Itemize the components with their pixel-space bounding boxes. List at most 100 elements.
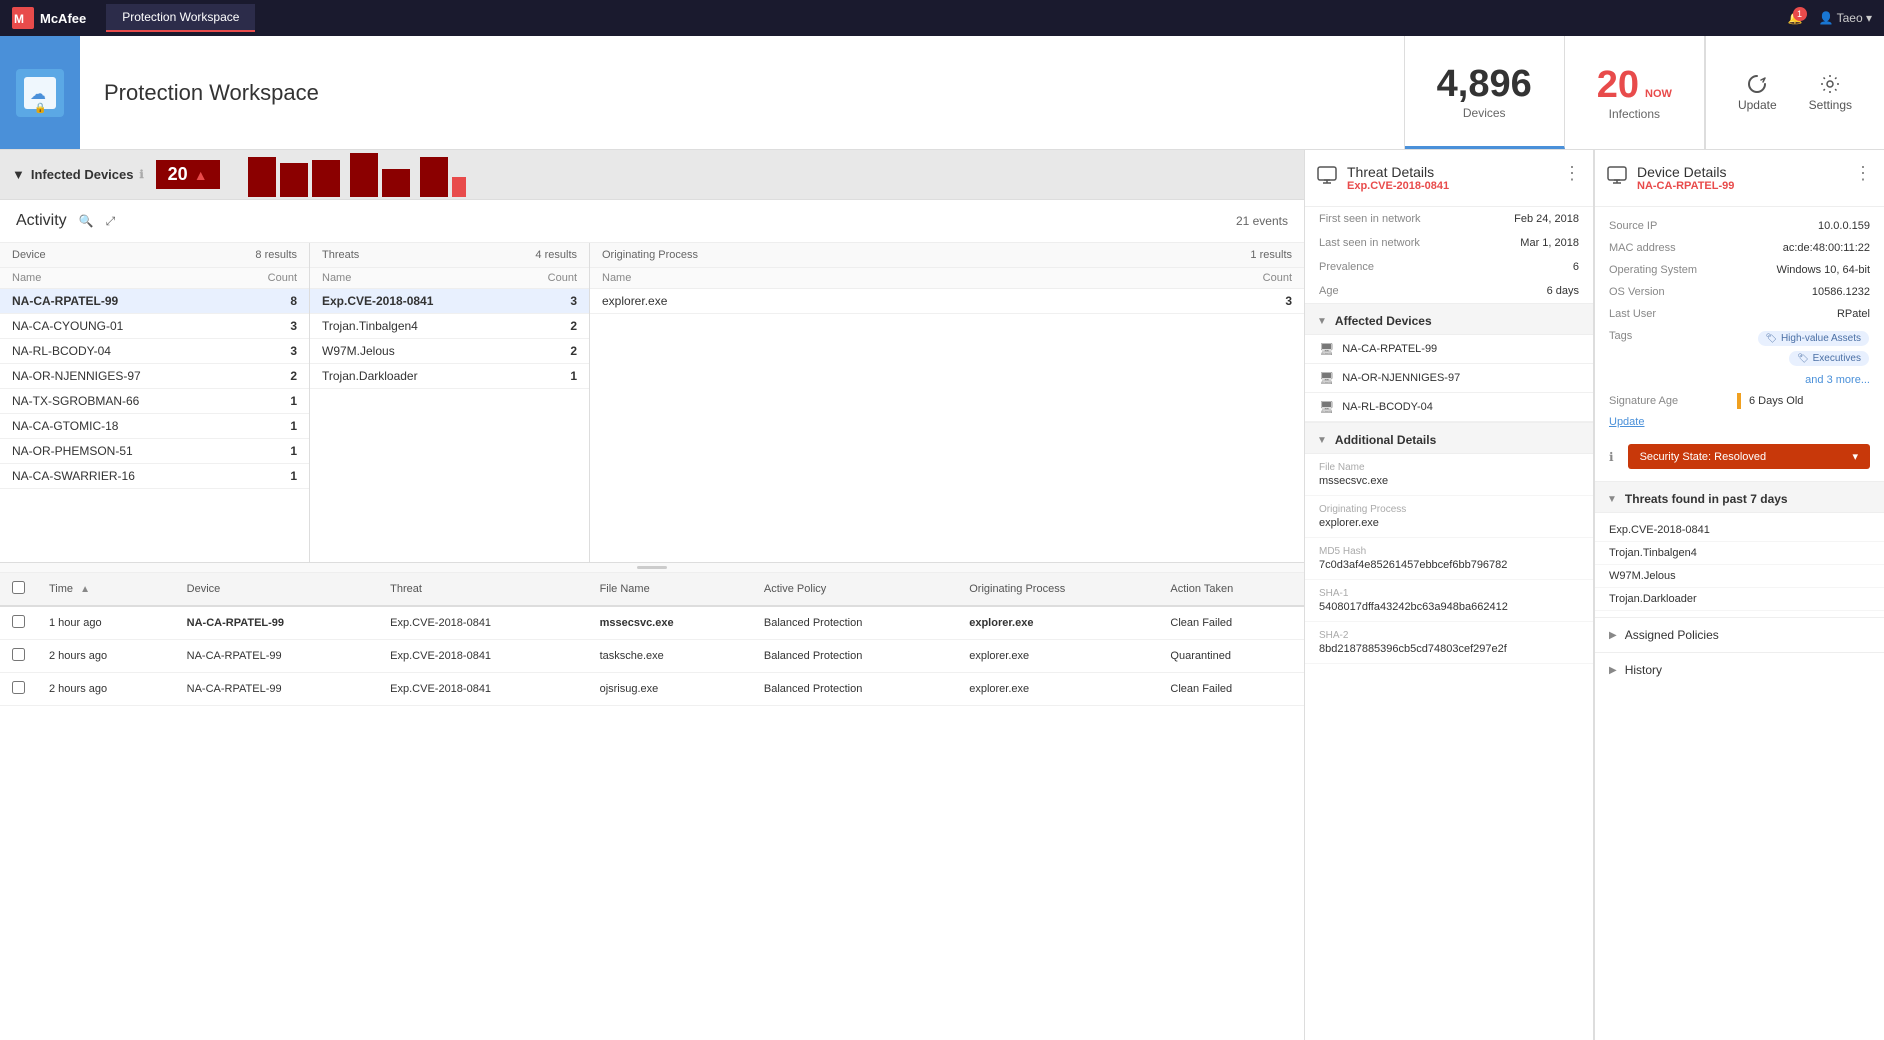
devices-sub-header: Name Count bbox=[0, 268, 309, 289]
table-row[interactable]: explorer.exe 3 bbox=[590, 289, 1304, 314]
tag-icon: 🏷 bbox=[1766, 333, 1777, 344]
header: ☁ 🔒 Protection Workspace 4,896 Devices 2… bbox=[0, 36, 1884, 150]
table-row[interactable]: NA-TX-SGROBMAN-66 1 bbox=[0, 389, 309, 414]
table-row[interactable]: 2 hours ago NA-CA-RPATEL-99 Exp.CVE-2018… bbox=[0, 673, 1304, 706]
threats-found-section-header[interactable]: ▼ Threats found in past 7 days bbox=[1595, 481, 1884, 513]
table-row[interactable]: Trojan.Tinbalgen4 2 bbox=[310, 314, 589, 339]
detail-row: OS Version 10586.1232 bbox=[1595, 281, 1884, 303]
infected-count-badge: 20 ▲ bbox=[156, 160, 220, 189]
mcafee-logo: M McAfee bbox=[12, 7, 86, 29]
main-container: ▼ Infected Devices ℹ 20 ▲ Activity bbox=[0, 150, 1884, 1040]
update-link[interactable]: Update bbox=[1609, 416, 1644, 428]
infected-devices-toggle[interactable]: ▼ Infected Devices ℹ bbox=[12, 167, 144, 182]
threat-details-subtitle: Exp.CVE-2018-0841 bbox=[1347, 180, 1553, 192]
table-row[interactable]: Exp.CVE-2018-0841 3 bbox=[310, 289, 589, 314]
list-item[interactable]: Trojan.Tinbalgen4 bbox=[1595, 542, 1884, 565]
additional-details-fields: File Name mssecsvc.exe Originating Proce… bbox=[1305, 454, 1593, 664]
detail-row: Last seen in network Mar 1, 2018 bbox=[1305, 231, 1593, 255]
table-row[interactable]: 2 hours ago NA-CA-RPATEL-99 Exp.CVE-2018… bbox=[0, 640, 1304, 673]
expand-icon[interactable]: ⤢ bbox=[106, 214, 116, 229]
list-item[interactable]: Exp.CVE-2018-0841 bbox=[1595, 519, 1884, 542]
affected-devices-section-header[interactable]: ▼ Affected Devices bbox=[1305, 303, 1593, 335]
col-threat: Threat bbox=[378, 573, 587, 606]
table-row[interactable]: NA-OR-NJENNIGES-97 2 bbox=[0, 364, 309, 389]
list-item[interactable]: 🖥 NA-OR-NJENNIGES-97 bbox=[1305, 364, 1593, 393]
threat-details-menu[interactable]: ⋮ bbox=[1563, 164, 1581, 182]
activity-title: Activity bbox=[16, 212, 67, 230]
security-state-button[interactable]: Security State: Resoloved ▾ bbox=[1628, 444, 1870, 469]
field-originating-process: Originating Process explorer.exe bbox=[1305, 496, 1593, 538]
threats-rows: Exp.CVE-2018-0841 3 Trojan.Tinbalgen4 2 … bbox=[310, 289, 589, 389]
activity-header: Activity 🔍 ⤢ 21 events bbox=[0, 200, 1304, 243]
header-title: Protection Workspace bbox=[80, 36, 1404, 149]
select-all-checkbox[interactable] bbox=[12, 581, 25, 594]
assigned-policies-section[interactable]: ▶ Assigned Policies bbox=[1595, 617, 1884, 652]
search-icon[interactable]: 🔍 bbox=[79, 214, 94, 228]
top-nav: M McAfee Protection Workspace 🔔 1 👤 Taeo… bbox=[0, 0, 1884, 36]
svg-text:☁: ☁ bbox=[30, 86, 46, 103]
signature-bar bbox=[1737, 393, 1741, 409]
list-item[interactable]: W97M.Jelous bbox=[1595, 565, 1884, 588]
device-details-menu[interactable]: ⋮ bbox=[1854, 164, 1872, 182]
info-icon[interactable]: ℹ bbox=[139, 168, 143, 181]
history-section[interactable]: ▶ History bbox=[1595, 652, 1884, 687]
settings-action[interactable]: Settings bbox=[1809, 74, 1852, 112]
stat-infections[interactable]: 20 NOW Infections bbox=[1565, 36, 1705, 149]
detail-row: Last User RPatel bbox=[1595, 303, 1884, 325]
col-process: Originating Process bbox=[957, 573, 1158, 606]
list-item[interactable]: 🖥 NA-CA-RPATEL-99 bbox=[1305, 335, 1593, 364]
device-detail-fields: Source IP 10.0.0.159 MAC address ac:de:4… bbox=[1595, 207, 1884, 372]
additional-details-section-header[interactable]: ▼ Additional Details bbox=[1305, 422, 1593, 454]
activity-table-section: Device 8 results Name Count NA-CA-RPATEL… bbox=[0, 243, 1304, 563]
threats-column: Threats 4 results Name Count Exp.CVE-201… bbox=[310, 243, 590, 562]
table-row[interactable]: NA-OR-PHEMSON-51 1 bbox=[0, 439, 309, 464]
header-stats: 4,896 Devices 20 NOW Infections bbox=[1404, 36, 1705, 149]
nav-tab-protection[interactable]: Protection Workspace bbox=[106, 4, 255, 32]
monitor-icon: 🖥 bbox=[1319, 371, 1334, 385]
update-action[interactable]: Update bbox=[1738, 74, 1777, 112]
table-row[interactable]: 1 hour ago NA-CA-RPATEL-99 Exp.CVE-2018-… bbox=[0, 606, 1304, 640]
row-checkbox[interactable] bbox=[12, 615, 25, 628]
devices-label: Devices bbox=[1463, 106, 1506, 120]
list-item[interactable]: Trojan.Darkloader bbox=[1595, 588, 1884, 611]
device-details-panel: Device Details NA-CA-RPATEL-99 ⋮ Source … bbox=[1594, 150, 1884, 1040]
table-row[interactable]: NA-CA-SWARRIER-16 1 bbox=[0, 464, 309, 489]
and-more-link[interactable]: and 3 more... bbox=[1595, 372, 1884, 388]
events-count: 21 events bbox=[1236, 214, 1288, 228]
field-md5: MD5 Hash 7c0d3af4e85261457ebbcef6bb79678… bbox=[1305, 538, 1593, 580]
monitor-icon: 🖥 bbox=[1319, 342, 1334, 356]
col-time: Time ▲ bbox=[37, 573, 175, 606]
process-col-header: Originating Process 1 results bbox=[590, 243, 1304, 268]
table-row[interactable]: NA-CA-CYOUNG-01 3 bbox=[0, 314, 309, 339]
table-row[interactable]: NA-CA-GTOMIC-18 1 bbox=[0, 414, 309, 439]
notification-bell[interactable]: 🔔 1 bbox=[1788, 11, 1803, 25]
chevron-right-icon: ▶ bbox=[1609, 630, 1617, 641]
row-checkbox[interactable] bbox=[12, 648, 25, 661]
row-checkbox[interactable] bbox=[12, 681, 25, 694]
tag-high-value[interactable]: 🏷 High-value Assets bbox=[1758, 331, 1869, 346]
device-details-subtitle: NA-CA-RPATEL-99 bbox=[1637, 180, 1844, 192]
detail-row: First seen in network Feb 24, 2018 bbox=[1305, 207, 1593, 231]
table-row[interactable]: W97M.Jelous 2 bbox=[310, 339, 589, 364]
page-title: Protection Workspace bbox=[104, 80, 319, 106]
affected-devices-list: 🖥 NA-CA-RPATEL-99 🖥 NA-OR-NJENNIGES-97 🖥… bbox=[1305, 335, 1593, 422]
list-item[interactable]: 🖥 NA-RL-BCODY-04 bbox=[1305, 393, 1593, 422]
field-sha1: SHA-1 5408017dffa43242bc63a948ba662412 bbox=[1305, 580, 1593, 622]
infected-devices-label: Infected Devices bbox=[31, 167, 134, 182]
collapse-icon: ▼ bbox=[12, 167, 25, 182]
table-row[interactable]: NA-RL-BCODY-04 3 bbox=[0, 339, 309, 364]
detail-row: Operating System Windows 10, 64-bit bbox=[1595, 259, 1884, 281]
col-policy: Active Policy bbox=[752, 573, 957, 606]
device-details-header: Device Details NA-CA-RPATEL-99 ⋮ bbox=[1595, 150, 1884, 207]
col-action: Action Taken bbox=[1158, 573, 1304, 606]
infected-devices-bar: ▼ Infected Devices ℹ 20 ▲ bbox=[0, 150, 1304, 200]
monitor-icon bbox=[1317, 166, 1337, 187]
user-menu[interactable]: 👤 Taeo ▾ bbox=[1819, 11, 1872, 25]
devices-rows: NA-CA-RPATEL-99 8 NA-CA-CYOUNG-01 3 NA-R… bbox=[0, 289, 309, 489]
info-icon[interactable]: ℹ bbox=[1609, 450, 1614, 464]
table-row[interactable]: NA-CA-RPATEL-99 8 bbox=[0, 289, 309, 314]
tag-executives[interactable]: 🏷 Executives bbox=[1789, 351, 1869, 366]
stat-devices[interactable]: 4,896 Devices bbox=[1405, 36, 1565, 149]
table-row[interactable]: Trojan.Darkloader 1 bbox=[310, 364, 589, 389]
devices-col-header: Device 8 results bbox=[0, 243, 309, 268]
